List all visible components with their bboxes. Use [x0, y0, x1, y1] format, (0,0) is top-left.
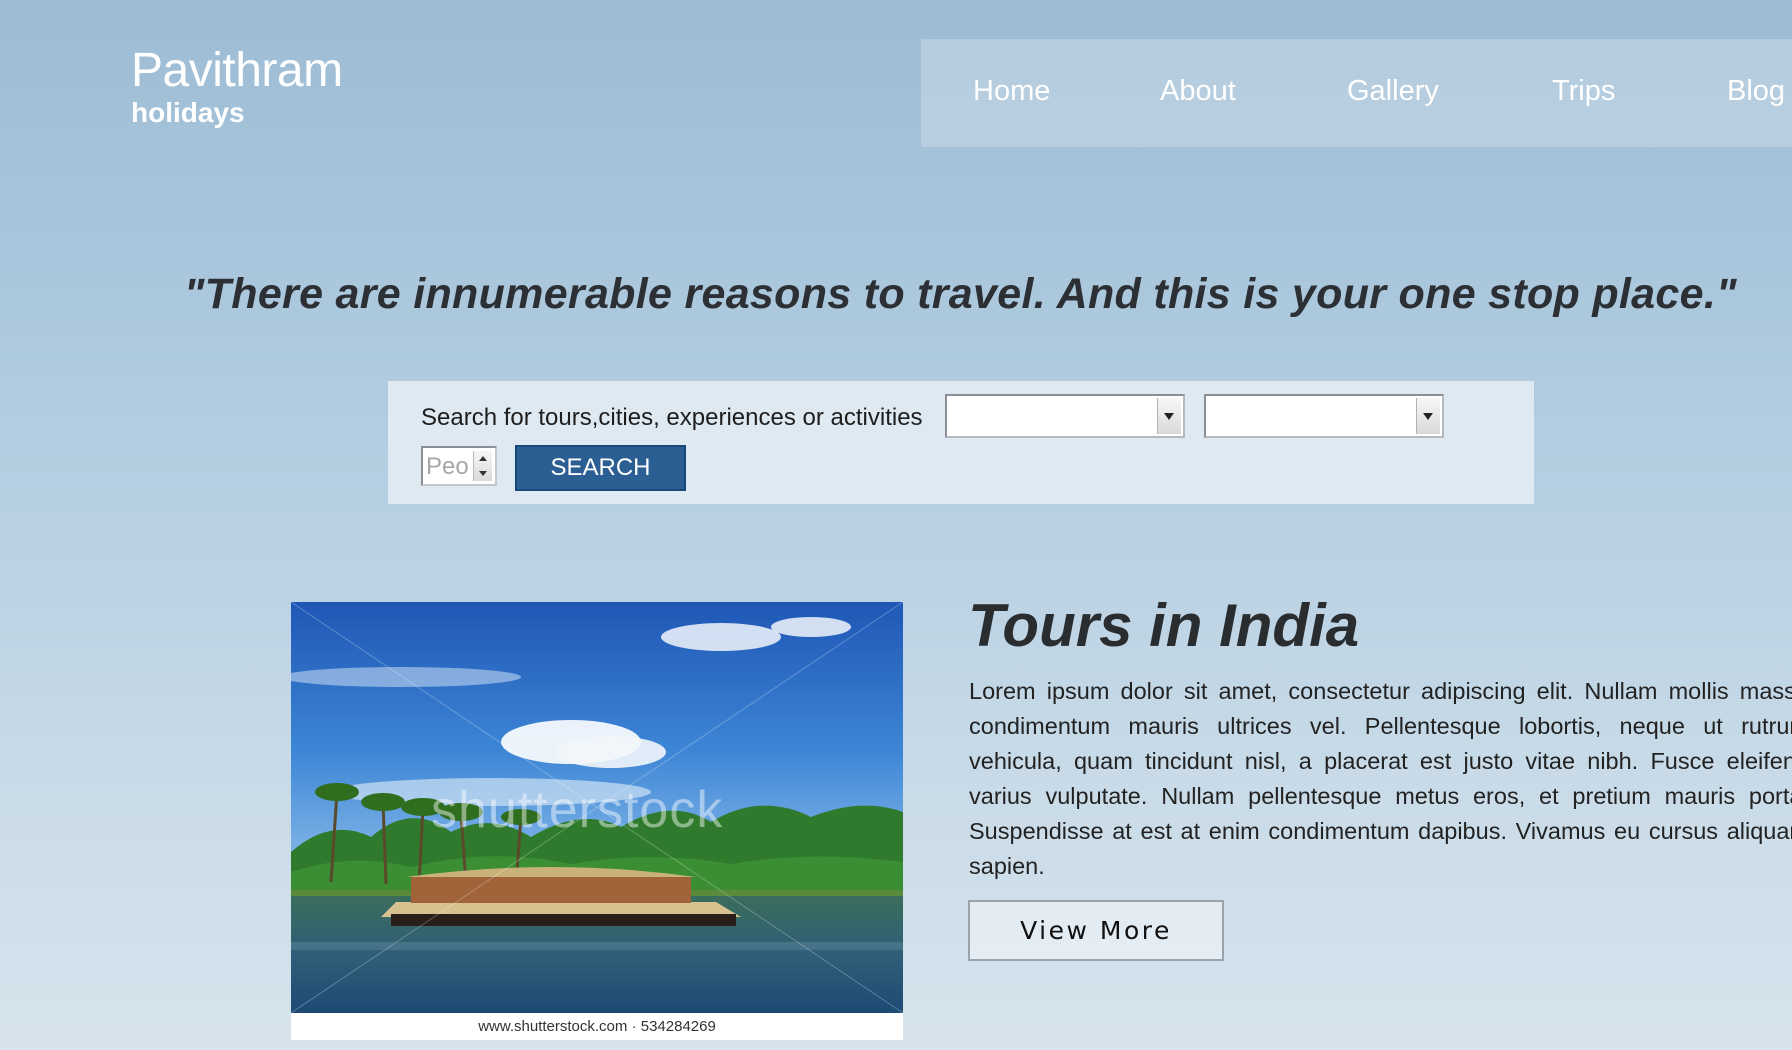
main-nav: Home About Gallery Trips Blog — [921, 39, 1792, 147]
chevron-down-icon — [1416, 398, 1440, 434]
view-more-button[interactable]: View More — [968, 900, 1224, 961]
nav-item-home[interactable]: Home — [973, 73, 1050, 109]
brand-name: Pavithram — [131, 44, 343, 97]
search-select-2[interactable] — [1204, 394, 1444, 438]
search-select-1[interactable] — [945, 394, 1185, 438]
nav-item-blog[interactable]: Blog — [1727, 73, 1785, 109]
brand-tagline: holidays — [131, 97, 245, 128]
chevron-down-icon — [1157, 398, 1181, 434]
nav-item-gallery[interactable]: Gallery — [1347, 73, 1439, 109]
nav-item-about[interactable]: About — [1160, 73, 1236, 109]
nav-item-trips[interactable]: Trips — [1552, 73, 1615, 109]
people-input[interactable]: People — [421, 446, 497, 486]
search-label: Search for tours,cities, experiences or … — [421, 404, 923, 431]
spinner-arrows-icon[interactable] — [473, 451, 492, 481]
people-placeholder: People — [426, 454, 470, 480]
brand-logo[interactable]: Pavithram holidays — [131, 44, 343, 128]
tour-image: shutterstock www.shutterstock.com · 5342… — [291, 602, 903, 1040]
search-button[interactable]: SEARCH — [515, 445, 686, 491]
photo-caption: www.shutterstock.com · 534284269 — [291, 1013, 903, 1040]
search-panel: Search for tours,cities, experiences or … — [388, 381, 1534, 504]
photo-watermark: shutterstock — [431, 781, 724, 839]
hero-quote: "There are innumerable reasons to travel… — [184, 270, 1737, 318]
section-body: Lorem ipsum dolor sit amet, consectetur … — [969, 678, 1792, 879]
section-title: Tours in India — [968, 592, 1360, 659]
